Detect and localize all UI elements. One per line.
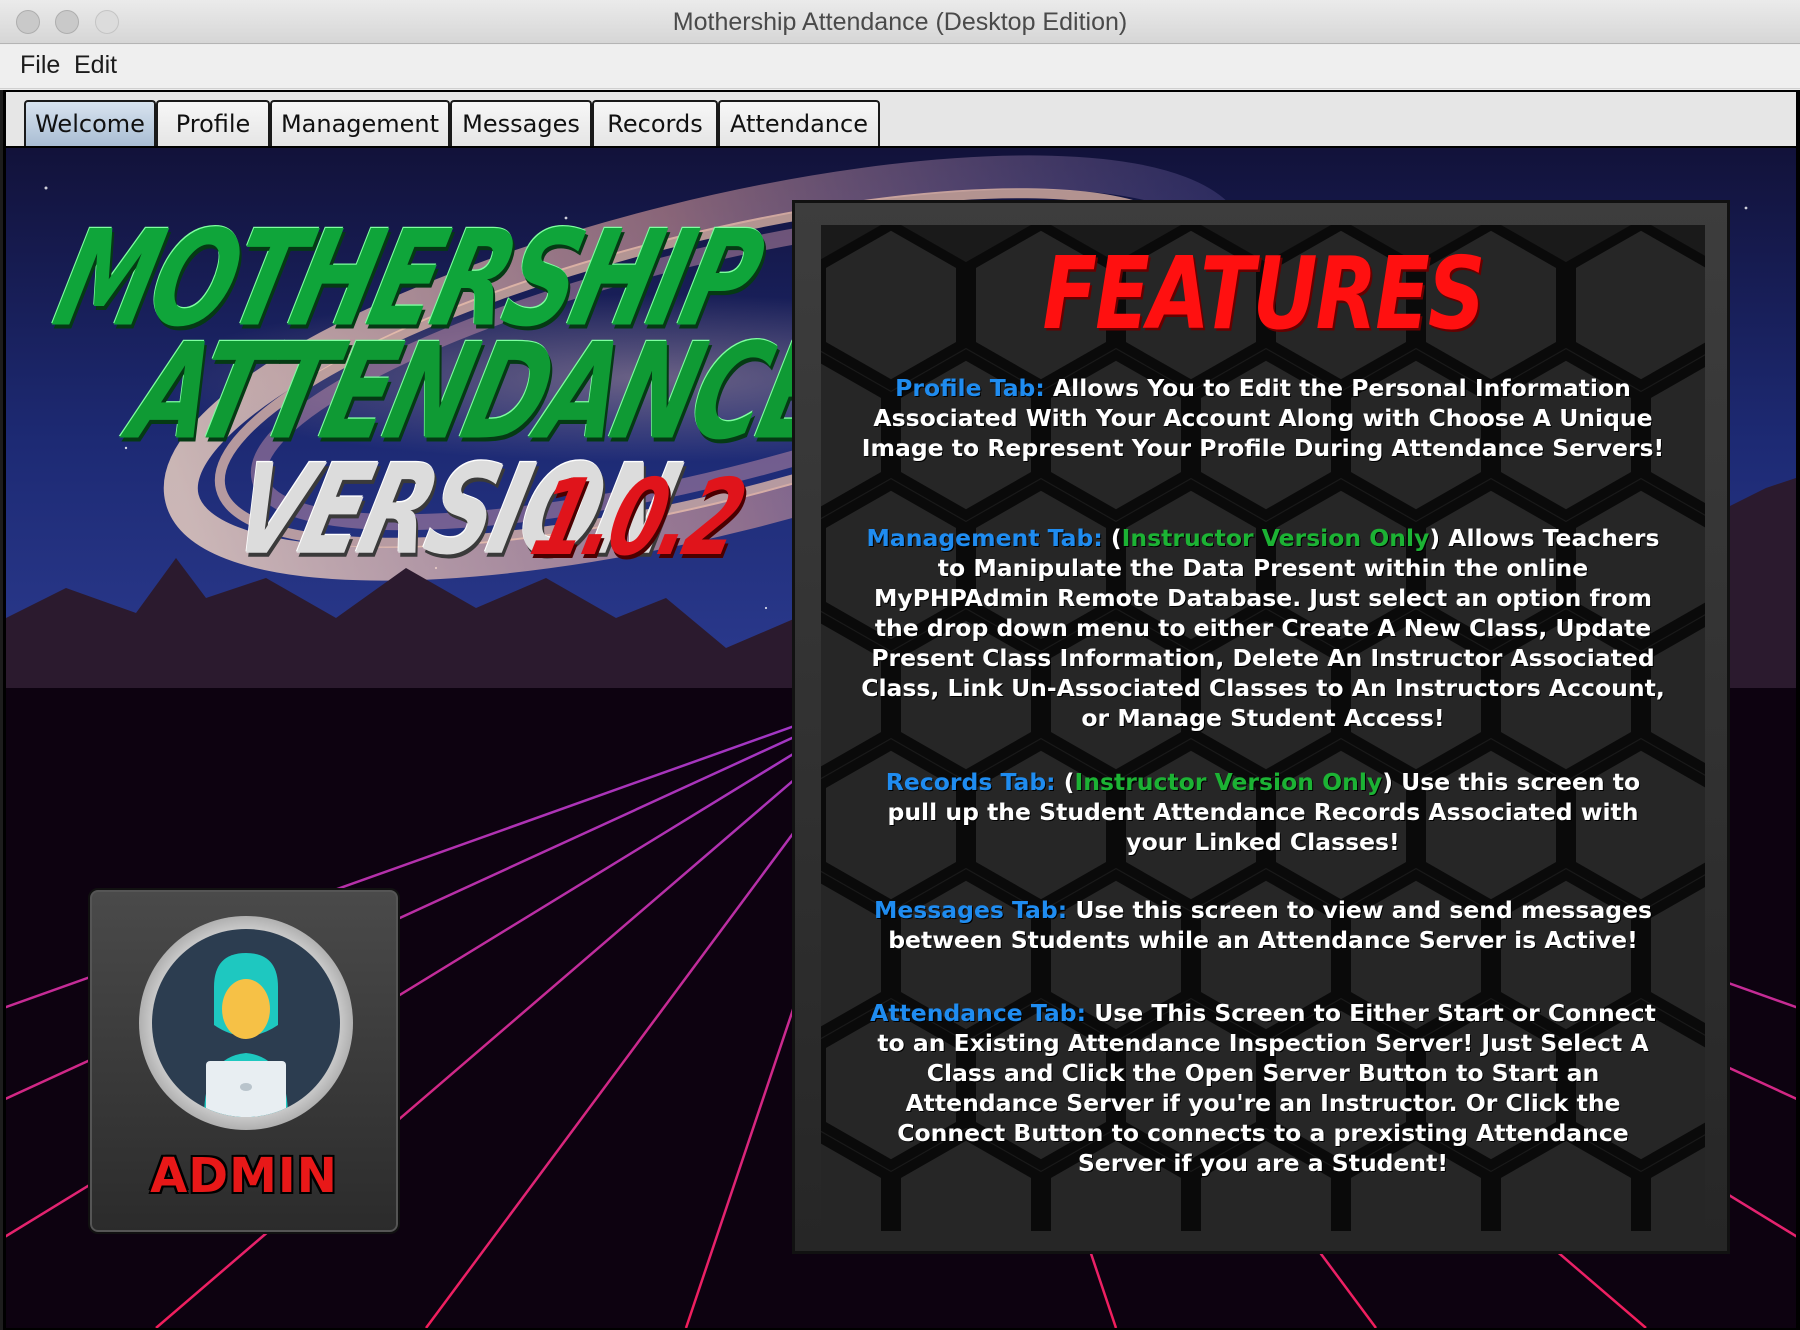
features-panel-inner: FEATURES Profile Tab: Allows You to Edit… — [821, 225, 1705, 1231]
feature-records: Records Tab: (Instructor Version Only) U… — [861, 767, 1665, 857]
tab-management[interactable]: Management — [270, 100, 450, 146]
window-title: Mothership Attendance (Desktop Edition) — [672, 8, 1128, 36]
tab-records[interactable]: Records — [592, 100, 718, 146]
feature-management: Management Tab: (Instructor Version Only… — [861, 523, 1665, 733]
tab-welcome[interactable]: Welcome — [24, 100, 156, 146]
welcome-panel: MOTHERSHIP ATTENDANCE VERSION 1.0.2 ADMI… — [6, 148, 1796, 1328]
feature-messages: Messages Tab: Use this screen to view an… — [861, 895, 1665, 955]
feature-management-text: ) Allows Teachers to Manipulate the Data… — [861, 524, 1665, 732]
avatar-frame — [139, 916, 353, 1130]
role-label: ADMIN — [150, 1148, 338, 1204]
avatar — [152, 929, 340, 1117]
title-bar: Mothership Attendance (Desktop Edition) — [0, 0, 1800, 44]
tab-bar: Welcome Profile Management Messages Reco… — [6, 92, 1796, 146]
feature-messages-key: Messages Tab: — [873, 896, 1068, 924]
feature-records-note: Instructor Version Only — [1074, 768, 1383, 796]
tab-attendance[interactable]: Attendance — [718, 100, 880, 146]
tab-profile[interactable]: Profile — [156, 100, 270, 146]
feature-profile: Profile Tab: Allows You to Edit the Pers… — [861, 373, 1665, 463]
feature-management-key: Management Tab: — [866, 524, 1103, 552]
menu-file[interactable]: File — [20, 51, 60, 80]
features-panel: FEATURES Profile Tab: Allows You to Edit… — [792, 200, 1730, 1254]
feature-management-paren: ( — [1102, 524, 1122, 552]
feature-management-note: Instructor Version Only — [1121, 524, 1430, 552]
feature-records-paren: ( — [1055, 768, 1075, 796]
menu-bar: File Edit — [0, 45, 1800, 89]
feature-attendance: Attendance Tab: Use This Screen to Eithe… — [861, 998, 1665, 1178]
app-window: Mothership Attendance (Desktop Edition) … — [0, 0, 1800, 1330]
logo-version-number: 1.0.2 — [520, 458, 754, 580]
profile-badge[interactable]: ADMIN — [88, 888, 400, 1234]
feature-records-key: Records Tab: — [885, 768, 1056, 796]
menu-edit[interactable]: Edit — [74, 51, 117, 80]
tab-messages[interactable]: Messages — [450, 100, 592, 146]
features-title: FEATURES — [1042, 235, 1486, 352]
hacker-avatar-icon — [204, 953, 288, 1117]
feature-attendance-key: Attendance Tab: — [870, 999, 1087, 1027]
feature-profile-key: Profile Tab: — [895, 374, 1045, 402]
